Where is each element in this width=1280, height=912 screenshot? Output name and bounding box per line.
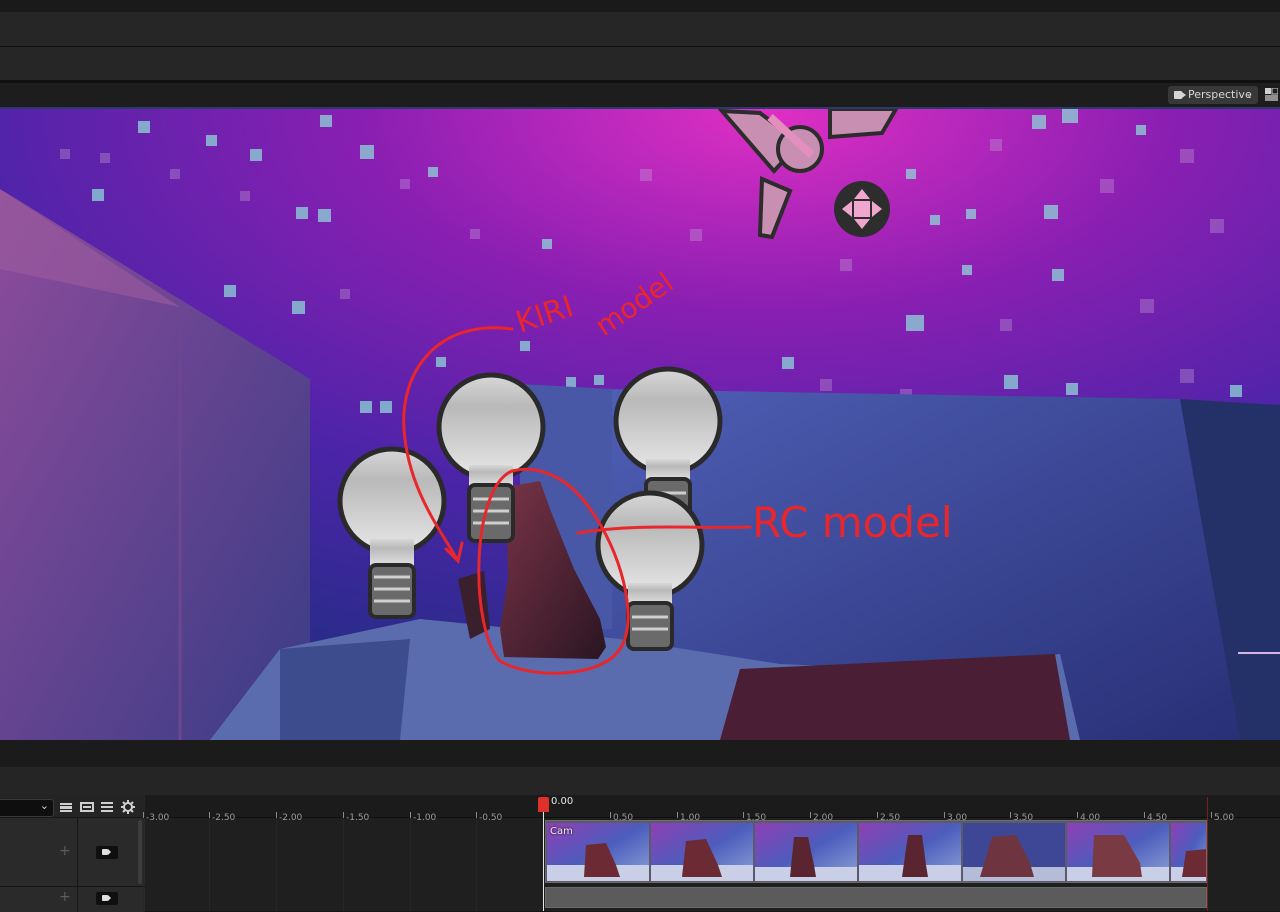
ruler-tick	[209, 812, 210, 818]
ruler-tick	[1077, 812, 1078, 818]
chevron-down-icon: ⌄	[39, 799, 49, 812]
ruler-tick-label: -1.50	[346, 813, 370, 823]
ruler-tick-label: -1.00	[413, 813, 437, 823]
ruler-tick	[1010, 812, 1011, 818]
camera-icon	[102, 849, 111, 855]
ruler-tick-label: 5.00	[1214, 813, 1235, 823]
expand-tracks-icon[interactable]	[59, 800, 73, 814]
ruler-tick	[743, 812, 744, 818]
viewport-layout-icon[interactable]	[1265, 88, 1278, 101]
camera-cuts-section[interactable]	[545, 887, 1207, 908]
ruler-tick	[143, 812, 144, 818]
collapse-tracks-icon[interactable]	[80, 800, 94, 814]
secondary-toolbar	[0, 47, 1280, 80]
timeline-grid-line	[410, 818, 411, 911]
ruler-tick	[944, 812, 945, 818]
perspective-view-button[interactable]: Perspective ⌄	[1168, 86, 1258, 104]
ruler-tick	[476, 812, 477, 818]
playback-end-marker[interactable]	[1207, 797, 1208, 911]
camera-clip-label: Cam	[550, 826, 573, 837]
ruler-tick	[276, 812, 277, 818]
list-view-icon[interactable]	[100, 800, 114, 814]
ruler-tick	[877, 812, 878, 818]
camera-icon	[102, 895, 111, 901]
camera-section-clip[interactable]: Cam	[545, 820, 1207, 883]
add-key-icon[interactable]: +	[59, 889, 71, 905]
timeline-grid-line	[143, 818, 144, 911]
rc-model-annotation: RC model	[752, 498, 953, 547]
level-viewport[interactable]: KIRI model RC model	[0, 109, 1280, 740]
timeline-grid-line	[343, 818, 344, 911]
ruler-tick-label: -2.50	[212, 813, 236, 823]
move-gizmo-icon	[834, 181, 890, 237]
ruler-tick	[677, 812, 678, 818]
ruler-tick-label: -0.50	[479, 813, 503, 823]
ruler-tick	[810, 812, 811, 818]
scene-render: KIRI model RC model	[0, 109, 1280, 740]
ruler-tick	[610, 812, 611, 818]
title-strip	[0, 0, 1280, 12]
viewport-toolbar	[0, 83, 1280, 109]
panel-divider	[0, 767, 1280, 795]
ruler-tick	[343, 812, 344, 818]
clip-thumbnails	[547, 823, 1206, 881]
ruler-tick-label: -2.00	[279, 813, 303, 823]
track-list-scrollbar[interactable]	[138, 820, 142, 884]
ruler-tick	[410, 812, 411, 818]
camera-track-button[interactable]	[96, 846, 118, 859]
camera-icon	[1174, 91, 1186, 99]
playhead-handle[interactable]	[538, 797, 549, 812]
ruler-tick	[1144, 812, 1145, 818]
track-filter-dropdown[interactable]: ⌄	[0, 799, 54, 817]
timeline-grid-line	[209, 818, 210, 911]
view-mode-label: Perspective	[1188, 88, 1252, 101]
viewport-footer	[0, 740, 1280, 767]
current-time-label: 0.00	[551, 796, 574, 807]
timeline-grid-line	[276, 818, 277, 911]
time-ruler[interactable]	[145, 795, 1280, 818]
gear-icon[interactable]	[121, 800, 135, 814]
main-toolbar	[0, 12, 1280, 47]
camera-cuts-track-header[interactable]: +	[0, 886, 145, 912]
timeline-grid-line	[476, 818, 477, 911]
camera-track-button[interactable]	[96, 892, 118, 905]
camera-track-header[interactable]: +	[0, 817, 145, 886]
ruler-tick-label: -3.00	[146, 813, 170, 823]
ruler-tick	[1211, 812, 1212, 818]
playhead-line	[543, 809, 544, 911]
add-key-icon[interactable]: +	[59, 843, 71, 859]
chevron-down-icon: ⌄	[1245, 90, 1253, 100]
